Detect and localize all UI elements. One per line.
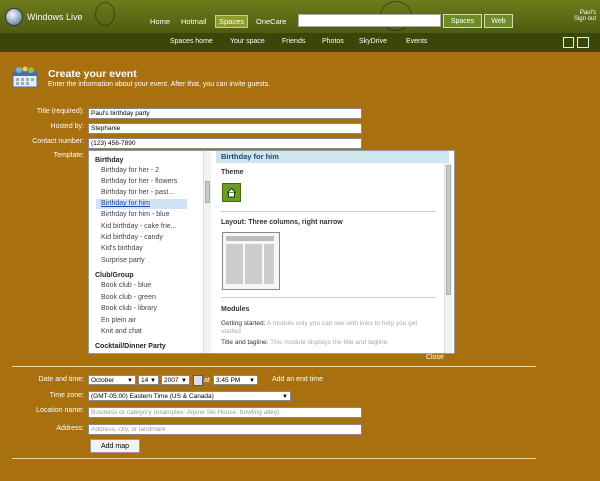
template-item[interactable]: Birthday for him - blue [101, 210, 193, 220]
time-zone-label: Time zone: [49, 392, 84, 399]
calendar-icon[interactable] [193, 375, 203, 386]
close-link[interactable]: Close [426, 354, 444, 361]
template-picker: Birthday Birthday for her - 2 Birthday f… [88, 150, 455, 354]
add-map-button[interactable]: Add map [90, 439, 140, 453]
location-name-label: Location name: [36, 407, 84, 414]
title-label: Title (required): [36, 108, 84, 115]
module-name: Getting started: [221, 320, 266, 327]
scroll-thumb[interactable] [205, 181, 210, 203]
chevron-down-icon: ▼ [181, 378, 187, 384]
divider [221, 297, 436, 298]
calendar-event-icon [12, 66, 38, 88]
day-select[interactable]: 14 ▼ [138, 375, 159, 385]
chevron-down-icon: ▼ [127, 378, 133, 384]
template-item[interactable]: Knit and chat [101, 327, 193, 337]
search-spaces-button[interactable]: Spaces [443, 14, 482, 28]
section-divider [12, 458, 536, 459]
subnav-spaces-home[interactable]: Spaces home [170, 38, 213, 45]
template-detail-title: Birthday for him [216, 151, 449, 163]
decor-face [95, 2, 115, 26]
at-label: at [204, 377, 210, 384]
template-item[interactable]: Book club - library [101, 304, 193, 314]
chevron-down-icon: ▼ [150, 378, 156, 384]
category-heading: Club/Group [95, 272, 134, 279]
divider [221, 211, 436, 212]
time-select[interactable]: 3:45 PM ▼ [213, 375, 258, 385]
top-bar: Windows Live Home Hotmail Spaces OneCare… [0, 0, 600, 34]
subnav-photos[interactable]: Photos [322, 38, 344, 45]
template-list[interactable]: Birthday Birthday for her - 2 Birthday f… [89, 151, 202, 353]
layout-preview [222, 232, 280, 290]
modules-heading: Modules [221, 306, 250, 313]
logo-text: Windows Live [27, 12, 83, 22]
module-getting-started: Getting started: A module only you can s… [221, 320, 436, 336]
date-time-label: Date and time: [38, 376, 84, 383]
scroll-thumb[interactable] [446, 165, 451, 295]
layout-heading: Layout: Three columns, right narrow [221, 219, 343, 226]
nav-onecare[interactable]: OneCare [256, 17, 286, 26]
page-title: Create your event [48, 68, 137, 80]
year-value: 2007 [164, 377, 179, 384]
template-list-scrollbar[interactable] [203, 151, 211, 353]
template-item[interactable]: Kid's birthday [101, 244, 193, 254]
theme-swatch[interactable] [222, 183, 241, 202]
category-heading: Cocktail/Dinner Party [95, 343, 166, 350]
template-item[interactable]: Surprise party [101, 256, 193, 266]
section-divider [12, 366, 536, 367]
template-item[interactable]: Birthday for her - past... [101, 188, 193, 198]
template-item[interactable]: En plein air [101, 316, 193, 326]
module-description: This module displays the title and tagli… [270, 339, 388, 346]
time-zone-value: (GMT-05:00) Eastern Time (US & Canada) [91, 393, 214, 400]
contact-number-label: Contact number: [32, 138, 84, 145]
chevron-down-icon: ▼ [249, 378, 255, 384]
template-item[interactable]: Birthday for her - flowers [101, 177, 193, 187]
category-heading: Birthday [95, 157, 124, 164]
address-field[interactable]: Address, city, or landmark [88, 424, 362, 435]
hosted-by-label: Hosted by: [50, 123, 84, 130]
subnav-events[interactable]: Events [406, 38, 427, 45]
messenger-icon[interactable] [563, 37, 574, 48]
search-web-button[interactable]: Web [484, 14, 513, 28]
template-detail-panel: Birthday for him Theme Layout: Three col… [216, 151, 454, 353]
windows-live-icon [5, 8, 23, 26]
template-item-selected[interactable]: Birthday for him [96, 199, 187, 209]
time-zone-select[interactable]: (GMT-05:00) Eastern Time (US & Canada) ▼ [88, 391, 291, 401]
month-value: October [91, 377, 115, 384]
template-item[interactable]: Kid birthday - candy [101, 233, 193, 243]
template-item[interactable]: Birthday for her - 2 [101, 166, 193, 176]
nav-home[interactable]: Home [150, 17, 170, 26]
title-field[interactable]: Paul's birthday party [88, 108, 362, 119]
page-frame: Windows Live Home Hotmail Spaces OneCare… [0, 0, 600, 481]
add-end-time-link[interactable]: Add an end time [272, 376, 323, 383]
template-item[interactable]: Kid birthday - cake frie... [101, 222, 193, 232]
address-label: Address: [56, 425, 84, 432]
user-menu[interactable]: Paul's Sign out [562, 10, 596, 30]
location-name-field[interactable]: Business or category (examples: Alpine S… [88, 407, 362, 418]
nav-spaces[interactable]: Spaces [215, 15, 249, 28]
module-name: Title and tagline: [221, 339, 269, 346]
subnav-skydrive[interactable]: SkyDrive [359, 38, 387, 45]
chevron-down-icon: ▼ [282, 394, 288, 400]
house-icon [226, 187, 237, 198]
theme-heading: Theme [221, 169, 244, 176]
template-item[interactable]: Book club - blue [101, 281, 193, 291]
hosted-by-field[interactable]: Stephanie [88, 123, 362, 134]
help-icon[interactable] [577, 37, 589, 48]
subnav-your-space[interactable]: Your space [230, 38, 265, 45]
module-title-tagline: Title and tagline: This module displays … [221, 339, 436, 347]
template-label: Template: [53, 152, 84, 159]
subnav-friends[interactable]: Friends [282, 38, 305, 45]
windows-live-logo[interactable]: Windows Live [5, 8, 83, 26]
contact-number-field[interactable]: (123) 456-7890 [88, 138, 362, 149]
detail-scrollbar[interactable] [444, 163, 452, 353]
day-value: 14 [141, 377, 149, 384]
month-select[interactable]: October ▼ [88, 375, 136, 385]
search-input[interactable] [298, 14, 441, 27]
time-value: 3:45 PM [216, 377, 241, 384]
nav-hotmail[interactable]: Hotmail [181, 17, 206, 26]
year-select[interactable]: 2007 ▼ [161, 375, 190, 385]
template-item[interactable]: Book club - green [101, 293, 193, 303]
sign-out-link[interactable]: Sign out [562, 16, 596, 22]
page-subtitle: Enter the information about your event. … [48, 81, 271, 88]
